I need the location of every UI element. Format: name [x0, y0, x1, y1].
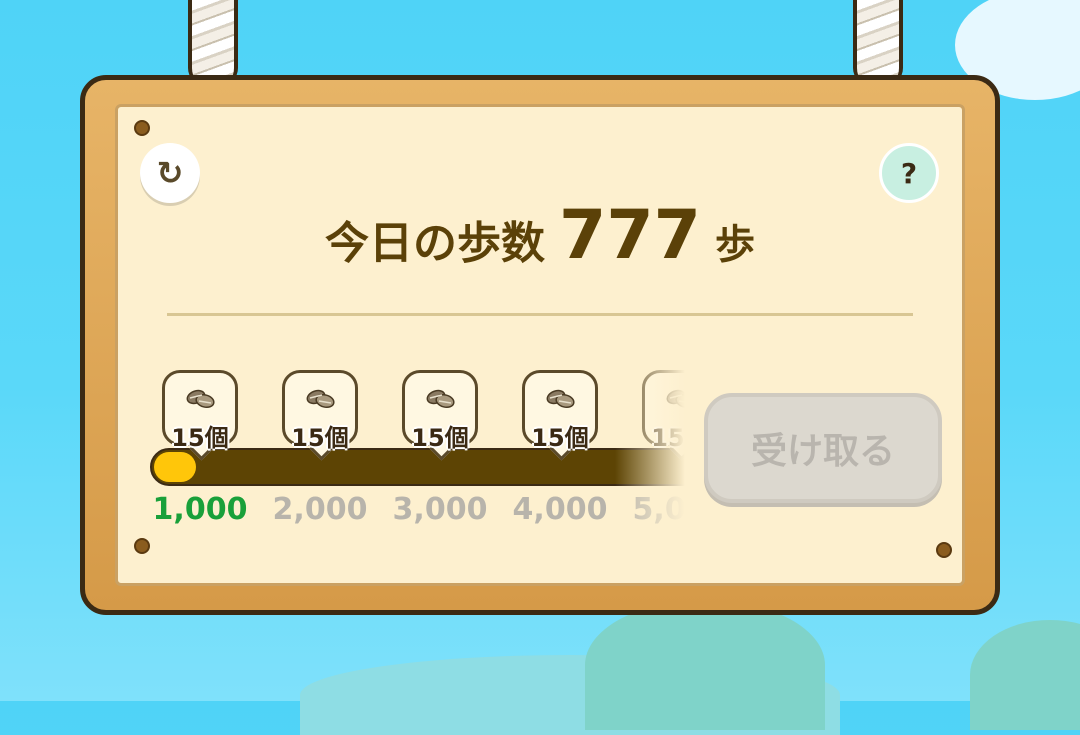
- help-button[interactable]: ?: [879, 143, 939, 203]
- step-count-label: 今日の歩数: [325, 218, 546, 269]
- milestone-label: 1,000: [152, 492, 248, 527]
- reward-count: 15個: [291, 424, 349, 452]
- claim-button[interactable]: 受け取る: [704, 393, 942, 503]
- hill: [970, 620, 1080, 730]
- reward-badge: 15個: [162, 370, 238, 461]
- reward-count: 15個: [531, 424, 589, 452]
- rope: [188, 0, 238, 86]
- help-icon: ?: [900, 156, 918, 190]
- step-count-value: 777: [559, 196, 701, 275]
- seed-icon: [186, 389, 215, 408]
- refresh-button[interactable]: ↻: [140, 143, 200, 203]
- milestone-label: 4,000: [512, 492, 608, 527]
- reward-count: 15個: [411, 424, 469, 452]
- reward-badge: 15個: [282, 370, 358, 461]
- seed-icon: [426, 389, 455, 408]
- seed-icon: [546, 389, 575, 408]
- milestone-label: 3,000: [392, 492, 488, 527]
- track-fade: [615, 360, 685, 540]
- divider: [167, 313, 913, 316]
- nail: [936, 542, 952, 558]
- step-count-heading: 今日の歩数 777 歩: [0, 196, 1080, 296]
- seed-icon: [306, 389, 335, 408]
- nail: [134, 120, 150, 136]
- nail: [134, 538, 150, 554]
- milestone-track: 15個1,00015個2,00015個3,00015個4,00015個5,000: [140, 360, 685, 540]
- game-screen: { "header": { "title_label": "今日の歩数", "s…: [0, 0, 1080, 735]
- rope: [853, 0, 903, 86]
- reward-badge: 15個: [522, 370, 598, 461]
- step-count-unit: 歩: [714, 222, 755, 268]
- reward-count: 15個: [171, 424, 229, 452]
- refresh-icon: ↻: [156, 154, 184, 192]
- milestone-label: 2,000: [272, 492, 368, 527]
- hill: [585, 600, 825, 730]
- reward-badge: 15個: [402, 370, 478, 461]
